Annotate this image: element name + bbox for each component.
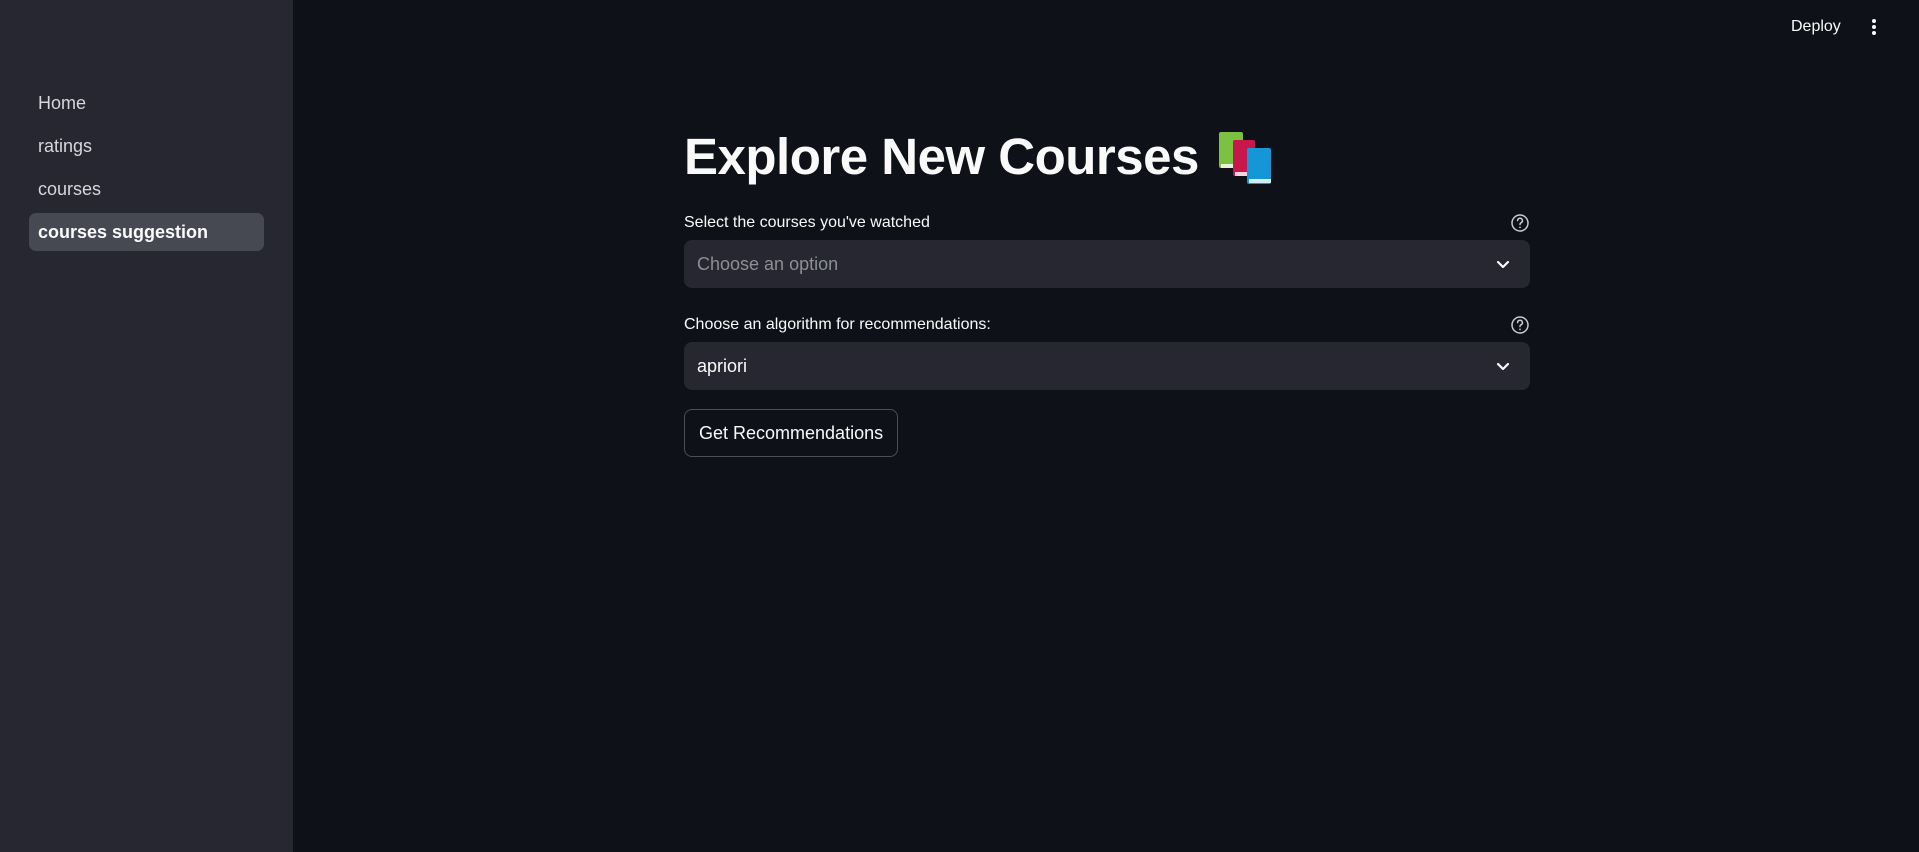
sidebar-item-label: courses suggestion — [38, 221, 209, 242]
get-recommendations-button[interactable]: Get Recommendations — [684, 409, 899, 457]
courses-select-field: Select the courses you've watched Choose… — [684, 212, 1530, 288]
books-emoji-icon — [1217, 130, 1275, 186]
help-circle-icon[interactable] — [1510, 315, 1530, 335]
algorithm-select[interactable]: apriori — [684, 342, 1530, 390]
sidebar-item-label: courses — [38, 178, 102, 199]
page-title: Explore New Courses — [684, 127, 1199, 185]
sidebar-item-ratings[interactable]: ratings — [29, 127, 264, 165]
algorithm-select-label-row: Choose an algorithm for recommendations: — [684, 314, 1530, 336]
algorithm-select-value: apriori — [697, 355, 748, 376]
algorithm-select-field: Choose an algorithm for recommendations:… — [684, 314, 1530, 390]
deploy-button[interactable]: Deploy — [1779, 12, 1853, 42]
sidebar-item-label: Home — [38, 92, 87, 113]
sidebar-item-home[interactable]: Home — [29, 84, 264, 122]
chevron-down-icon — [1496, 362, 1510, 371]
algorithm-select-label: Choose an algorithm for recommendations: — [684, 316, 991, 333]
courses-select-label: Select the courses you've watched — [684, 214, 930, 231]
courses-select-label-row: Select the courses you've watched — [684, 212, 1530, 234]
sidebar-item-label: ratings — [38, 135, 93, 156]
sidebar-item-courses-suggestion[interactable]: courses suggestion — [29, 213, 264, 251]
courses-select-placeholder: Choose an option — [697, 253, 839, 274]
sidebar-item-courses[interactable]: courses — [29, 170, 264, 208]
kebab-menu-icon[interactable] — [1862, 12, 1886, 42]
app-root: Home ratings courses courses suggestion … — [0, 0, 1919, 852]
sidebar: Home ratings courses courses suggestion — [0, 0, 293, 852]
chevron-down-icon — [1496, 260, 1510, 269]
title-row: Explore New Courses — [684, 122, 1530, 190]
sidebar-nav: Home ratings courses courses suggestion — [29, 84, 264, 256]
main-content: Explore New Courses Select the courses y… — [684, 122, 1530, 457]
help-circle-icon[interactable] — [1510, 213, 1530, 233]
courses-multiselect[interactable]: Choose an option — [684, 240, 1530, 288]
